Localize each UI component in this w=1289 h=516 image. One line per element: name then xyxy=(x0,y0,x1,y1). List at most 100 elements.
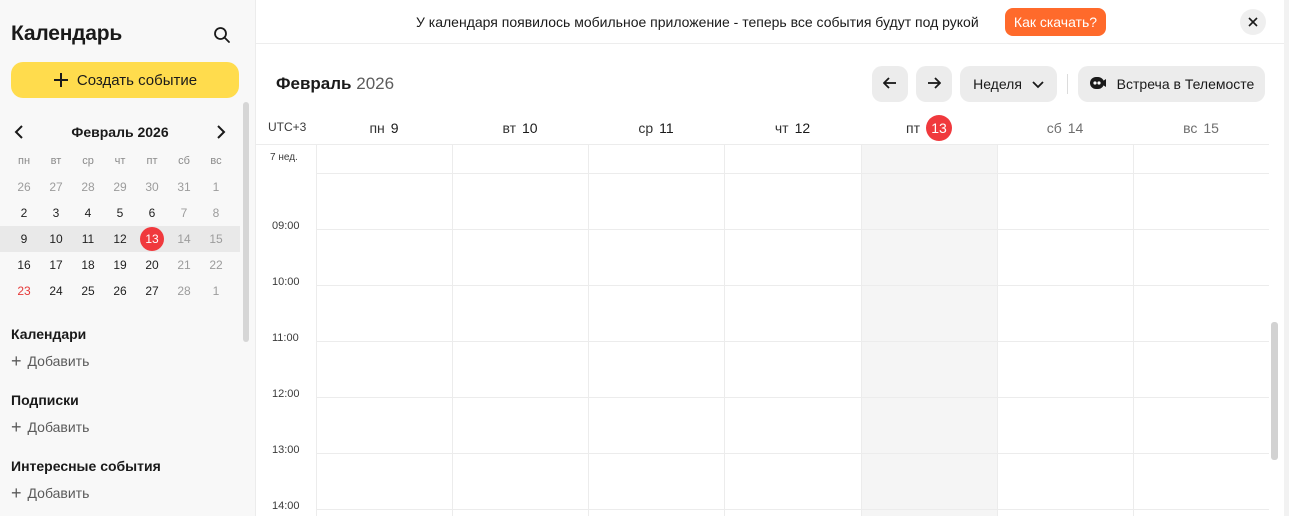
mini-day[interactable]: 17 xyxy=(40,252,72,278)
day-number: 10 xyxy=(521,120,538,136)
mini-day[interactable]: 18 xyxy=(72,252,104,278)
grid-line xyxy=(316,397,1269,398)
add-interesting-event-label: Добавить xyxy=(27,485,90,501)
mini-day[interactable]: 20 xyxy=(136,252,168,278)
mini-day[interactable]: 1 xyxy=(200,174,232,200)
mini-day[interactable]: 28 xyxy=(72,174,104,200)
mini-day[interactable]: 4 xyxy=(72,200,104,226)
mini-day-holiday[interactable]: 23 xyxy=(8,278,40,304)
grid-line xyxy=(256,144,1269,145)
add-calendar-button[interactable]: + Добавить xyxy=(11,351,90,371)
add-calendar-label: Добавить xyxy=(27,353,90,369)
chevron-right-icon[interactable] xyxy=(212,123,230,141)
day-header-fri-today[interactable]: пт 13 xyxy=(861,115,997,141)
day-header-wed[interactable]: ср 11 xyxy=(588,116,724,140)
mini-day[interactable]: 9 xyxy=(8,226,40,252)
mini-day[interactable]: 8 xyxy=(200,200,232,226)
mini-calendar-title: Февраль 2026 xyxy=(71,124,169,140)
window-edge xyxy=(1284,0,1289,516)
chevron-down-icon xyxy=(1032,76,1044,92)
day-of-week: ср xyxy=(638,120,654,136)
download-app-button[interactable]: Как скачать? xyxy=(1005,8,1106,36)
mini-day[interactable]: 15 xyxy=(200,226,232,252)
mini-day[interactable]: 14 xyxy=(168,226,200,252)
close-icon[interactable] xyxy=(1240,9,1266,35)
mini-day[interactable]: 24 xyxy=(40,278,72,304)
weekday-label: сб xyxy=(178,155,190,167)
today-column xyxy=(861,144,997,516)
mini-day[interactable]: 26 xyxy=(104,278,136,304)
day-header-thu[interactable]: чт 12 xyxy=(724,116,861,140)
plus-icon: + xyxy=(11,351,22,371)
column-line xyxy=(588,144,589,516)
mini-day[interactable]: 11 xyxy=(72,226,104,252)
prev-week-button[interactable] xyxy=(872,66,908,102)
mini-day[interactable]: 21 xyxy=(168,252,200,278)
weekday-label: вс xyxy=(210,155,222,167)
main-scrollbar[interactable] xyxy=(1271,322,1278,460)
day-header-sun[interactable]: вс 15 xyxy=(1133,116,1269,140)
mini-day[interactable]: 12 xyxy=(104,226,136,252)
plus-icon: + xyxy=(11,483,22,503)
mini-day[interactable]: 28 xyxy=(168,278,200,304)
app-banner: У календаря появилось мобильное приложен… xyxy=(256,0,1284,44)
interesting-events-section-title: Интересные события xyxy=(11,458,161,474)
day-of-week: пн xyxy=(369,120,385,136)
day-number: 11 xyxy=(659,120,674,136)
next-week-button[interactable] xyxy=(916,66,952,102)
mini-day[interactable]: 1 xyxy=(200,278,232,304)
column-line xyxy=(316,144,317,516)
mini-day-today[interactable]: 13 xyxy=(136,226,168,252)
mini-day[interactable]: 29 xyxy=(104,174,136,200)
time-label: 10:00 xyxy=(272,276,300,288)
create-event-button[interactable]: Создать событие xyxy=(11,62,239,98)
mini-day[interactable]: 31 xyxy=(168,174,200,200)
telemost-meeting-button[interactable]: Встреча в Телемосте xyxy=(1078,66,1265,102)
time-label: 13:00 xyxy=(272,444,300,456)
mini-day[interactable]: 2 xyxy=(8,200,40,226)
weekday-label: вт xyxy=(50,155,62,167)
mini-day[interactable]: 7 xyxy=(168,200,200,226)
add-subscription-button[interactable]: + Добавить xyxy=(11,418,89,436)
mini-day[interactable]: 25 xyxy=(72,278,104,304)
mini-day[interactable]: 22 xyxy=(200,252,232,278)
day-number: 12 xyxy=(794,120,811,136)
grid-line xyxy=(316,229,1269,230)
telemost-icon xyxy=(1089,76,1107,93)
sidebar-scrollbar[interactable] xyxy=(243,102,249,342)
grid-line xyxy=(316,173,1269,174)
day-of-week: сб xyxy=(1046,120,1062,136)
mini-day[interactable]: 27 xyxy=(136,278,168,304)
day-of-week: вс xyxy=(1183,120,1198,136)
mini-day[interactable]: 10 xyxy=(40,226,72,252)
day-of-week: пт xyxy=(906,120,920,136)
week-grid[interactable]: 7 нед. 09:00 10:00 11:00 12:00 13:00 14:… xyxy=(256,144,1269,516)
grid-line xyxy=(316,341,1269,342)
mini-day[interactable]: 19 xyxy=(104,252,136,278)
mini-day[interactable]: 5 xyxy=(104,200,136,226)
grid-line xyxy=(316,453,1269,454)
day-header-tue[interactable]: вт 10 xyxy=(452,116,588,140)
grid-line xyxy=(316,509,1269,510)
mini-day[interactable]: 6 xyxy=(136,200,168,226)
day-header-sat[interactable]: сб 14 xyxy=(997,116,1133,140)
time-label: 14:00 xyxy=(272,500,300,512)
weekday-label: пт xyxy=(146,155,158,167)
column-line xyxy=(1133,144,1134,516)
add-interesting-event-button[interactable]: + Добавить xyxy=(11,483,90,503)
mini-day[interactable]: 16 xyxy=(8,252,40,278)
mini-day[interactable]: 30 xyxy=(136,174,168,200)
today-marker: 13 xyxy=(926,115,952,141)
calendars-section-title: Календари xyxy=(11,326,87,342)
day-header-mon[interactable]: пн 9 xyxy=(316,116,452,140)
mini-calendar-weekdays: пн вт ср чт пт сб вс xyxy=(8,148,232,174)
view-select[interactable]: Неделя xyxy=(960,66,1057,102)
mini-calendar-week: 16 17 18 19 20 21 22 xyxy=(8,252,232,278)
mini-day[interactable]: 3 xyxy=(40,200,72,226)
mini-calendar-current-week: 9 10 11 12 13 14 15 xyxy=(0,226,240,252)
mini-day[interactable]: 27 xyxy=(40,174,72,200)
day-of-week: чт xyxy=(774,120,789,136)
search-icon[interactable] xyxy=(208,22,236,48)
mini-day[interactable]: 26 xyxy=(8,174,40,200)
weekday-label: чт xyxy=(114,155,126,167)
